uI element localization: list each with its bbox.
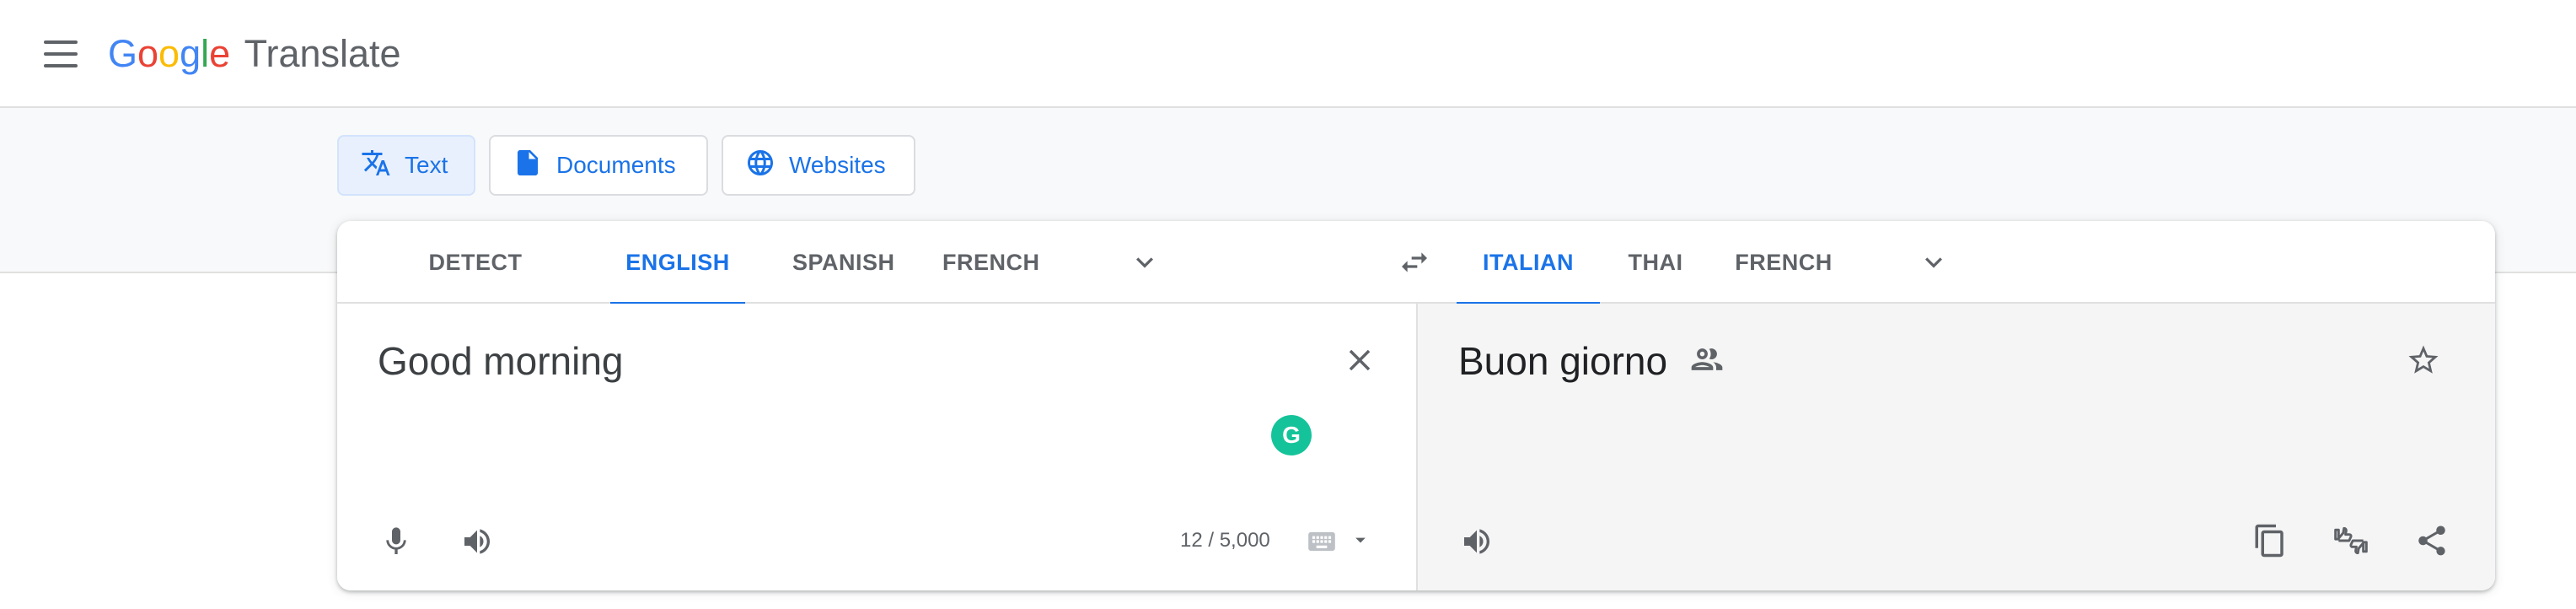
target-lang-more-chevron-icon[interactable] [1913, 242, 1954, 283]
save-translation-star-icon[interactable] [2402, 339, 2445, 381]
clear-text-close-icon[interactable] [1339, 339, 1381, 381]
target-lang-french[interactable]: FRENCH [1733, 221, 1834, 304]
logo-letter: g [180, 32, 201, 75]
source-lang-english[interactable]: ENGLISH [610, 221, 745, 305]
share-translation-icon[interactable] [2411, 520, 2453, 562]
logo-letter: e [209, 32, 231, 75]
logo-letter: o [158, 32, 180, 75]
source-lang-french[interactable]: FRENCH [942, 221, 1039, 304]
language-bar: DETECT LANGUAGE ENGLISH SPANISH FRENCH I… [337, 221, 2495, 358]
rate-translation-thumbs-icon[interactable] [2330, 520, 2372, 562]
listen-source-speaker-icon[interactable] [457, 521, 497, 562]
translated-text: Buon giorno [1458, 339, 1668, 383]
websites-mode-label: Websites [789, 152, 886, 178]
source-lang-detect[interactable]: DETECT LANGUAGE [364, 221, 587, 358]
main-menu-icon[interactable] [34, 34, 88, 74]
translation-output: Buon giorno [1458, 337, 1725, 388]
google-translate-logo[interactable]: Google Translate [108, 29, 401, 79]
source-lang-more-chevron-icon[interactable] [1124, 242, 1165, 283]
documents-mode-label: Documents [556, 152, 676, 178]
text-mode-button[interactable]: Text [337, 135, 475, 196]
top-app-bar: Google Translate [0, 0, 2576, 108]
translate-icon [361, 148, 391, 184]
globe-icon [745, 148, 775, 184]
product-name: Translate [244, 32, 401, 75]
source-text-pane[interactable]: Good morning G 12 / 5,000 [337, 304, 1416, 590]
websites-mode-button[interactable]: Websites [722, 135, 915, 196]
translation-card: DETECT LANGUAGE ENGLISH SPANISH FRENCH I… [337, 221, 2495, 590]
microphone-icon[interactable] [376, 521, 416, 562]
source-lang-spanish[interactable]: SPANISH [792, 221, 894, 304]
documents-mode-button[interactable]: Documents [489, 135, 708, 196]
translation-output-pane: Buon giorno [1416, 304, 2495, 590]
target-lang-italian[interactable]: ITALIAN [1457, 221, 1600, 305]
logo-letter: G [108, 32, 138, 75]
keyboard-icon[interactable] [1305, 525, 1339, 558]
character-count: 12 / 5,000 [1180, 529, 1270, 552]
input-tools-dropdown-icon[interactable] [1347, 526, 1374, 553]
copy-translation-icon[interactable] [2249, 520, 2291, 562]
target-lang-thai[interactable]: THAI [1622, 221, 1689, 304]
source-text-input[interactable]: Good morning [378, 337, 624, 385]
swap-languages-icon[interactable] [1394, 242, 1435, 283]
logo-letter: o [137, 32, 159, 75]
text-mode-label: Text [405, 152, 448, 178]
logo-letter: l [201, 32, 210, 75]
document-icon [513, 148, 543, 184]
listen-translation-speaker-icon[interactable] [1457, 521, 1497, 562]
grammarly-icon[interactable]: G [1271, 415, 1312, 455]
verified-community-people-icon[interactable] [1688, 341, 1725, 388]
